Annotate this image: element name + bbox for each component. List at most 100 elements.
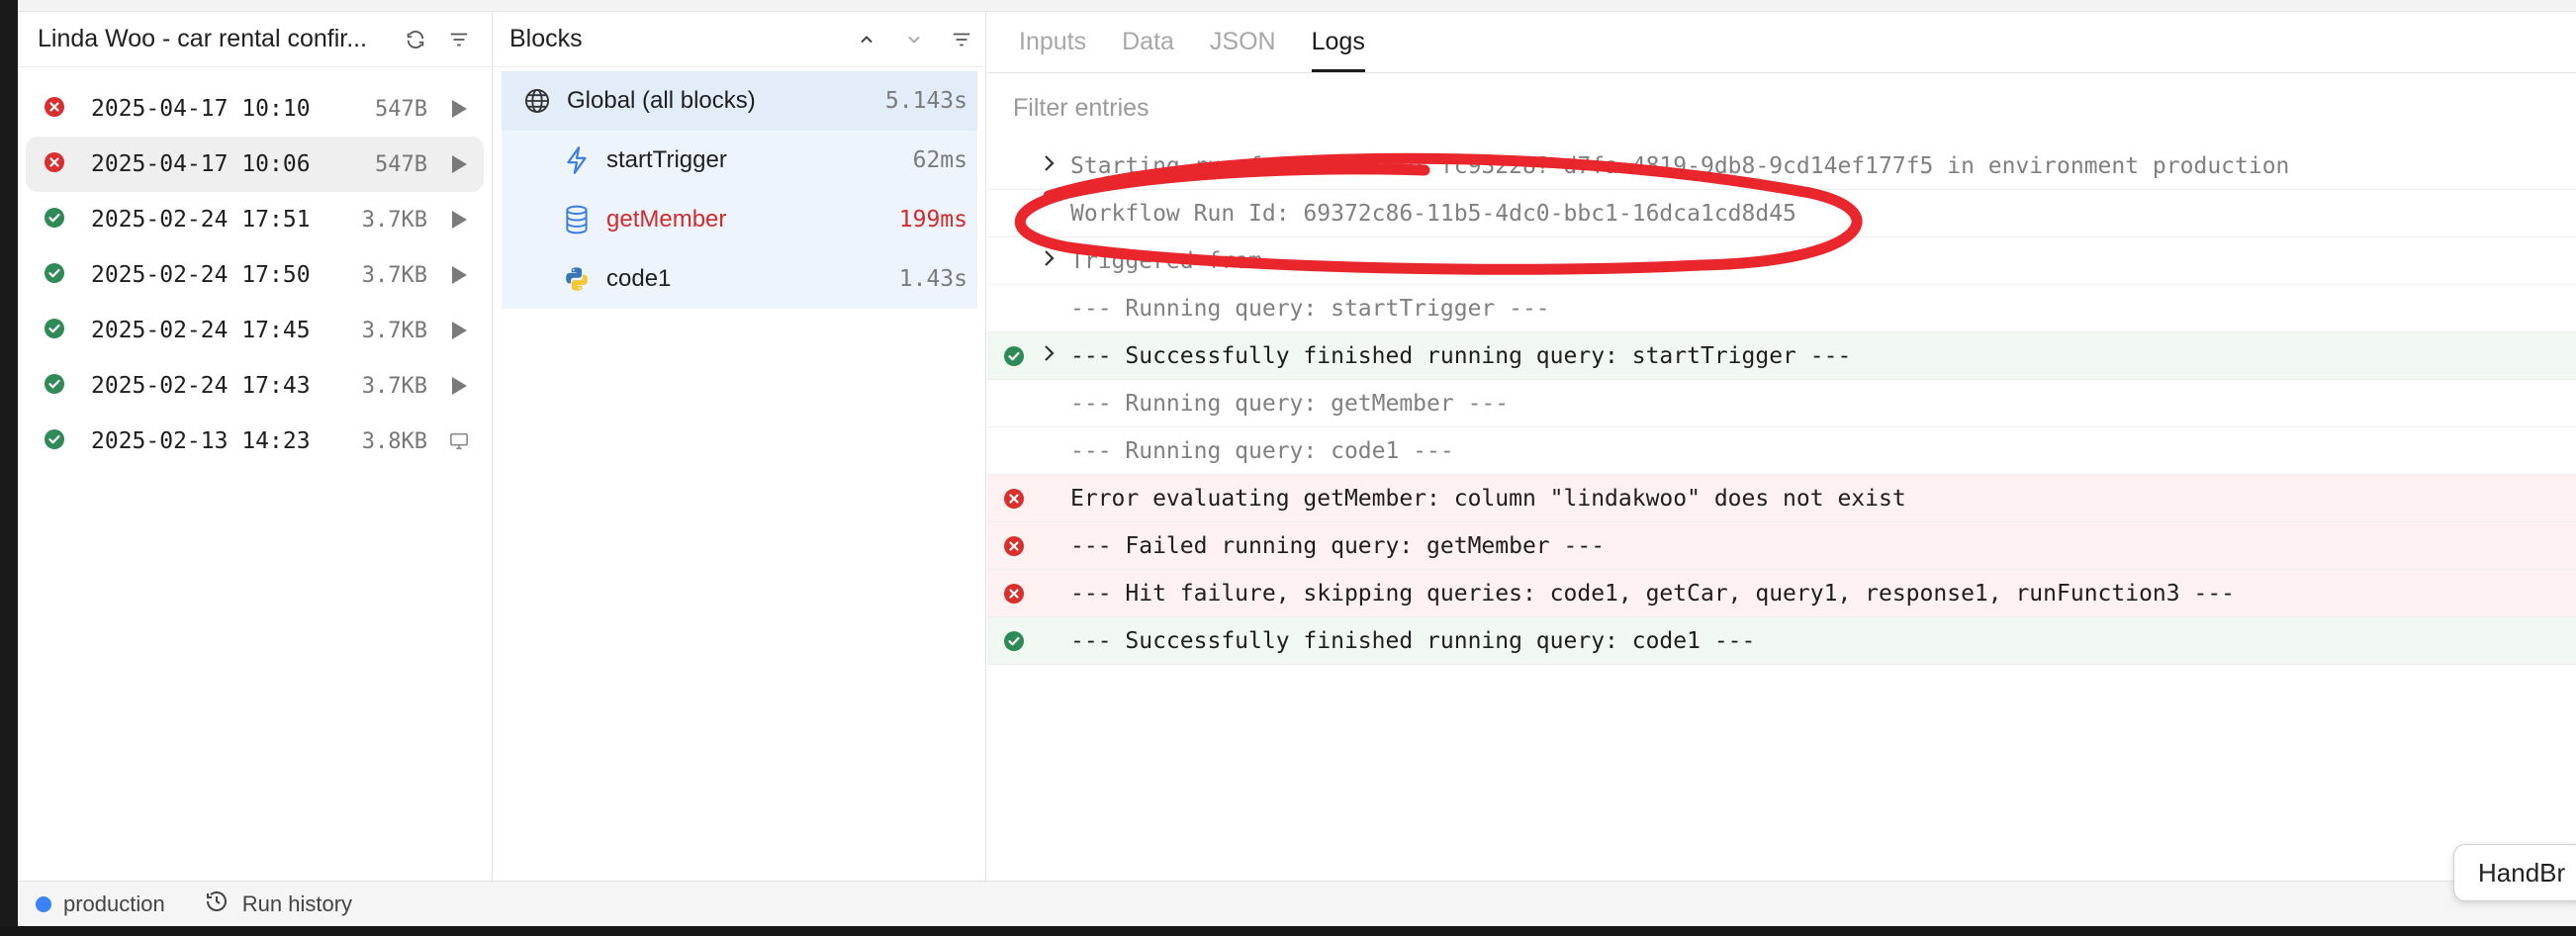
chevron-right-icon[interactable] (1041, 343, 1070, 369)
python-icon (561, 263, 593, 295)
run-row[interactable]: 2025-04-17 10:06 547B (26, 137, 484, 192)
run-size: 3.7KB (361, 318, 427, 343)
success-icon (44, 207, 65, 234)
app-window: Linda Woo - car rental confir... 2025-04… (18, 0, 2576, 926)
run-timestamp: 2025-02-24 17:45 (91, 318, 311, 343)
filter-entries-input[interactable] (1013, 93, 1903, 123)
log-entry[interactable]: --- Successfully finished running query:… (987, 332, 2576, 380)
run-row[interactable]: 2025-02-13 14:23 3.8KB (26, 414, 484, 469)
log-entry-text: --- Failed running query: getMember --- (1070, 532, 1606, 559)
log-entry: --- Successfully finished running query:… (987, 617, 2576, 665)
run-size: 3.7KB (361, 373, 427, 399)
log-entry-text: Starting run for workflow: fc93228?-d7fa… (1070, 152, 2290, 179)
run-row[interactable]: 2025-02-24 17:51 3.7KB (26, 192, 484, 247)
run-row[interactable]: 2025-02-24 17:45 3.7KB (26, 303, 484, 358)
filter-icon[interactable] (437, 18, 481, 61)
run-size: 3.8KB (361, 428, 427, 454)
footer-bar: production Run history (18, 881, 2576, 926)
workflow-title: Linda Woo - car rental confir... (38, 25, 368, 52)
log-entry: --- Running query: code1 --- (987, 427, 2576, 475)
log-entry-text: --- Running query: getMember --- (1070, 390, 1510, 417)
run-row[interactable]: 2025-02-24 17:43 3.7KB (26, 358, 484, 414)
filter-icon[interactable] (938, 18, 985, 61)
error-icon (44, 96, 65, 123)
success-icon (44, 428, 65, 455)
environment-label[interactable]: production (63, 891, 165, 917)
success-icon (1003, 630, 1025, 652)
refresh-icon[interactable] (394, 18, 437, 61)
block-name: getMember (606, 206, 727, 233)
success-icon (44, 262, 65, 289)
dock-tooltip: HandBr (2453, 844, 2576, 901)
log-entry-text: --- Successfully finished running query:… (1070, 627, 1756, 654)
tab-logs[interactable]: Logs (1311, 28, 1365, 72)
play-icon[interactable] (449, 99, 469, 119)
block-row[interactable]: code1 1.43s (502, 249, 977, 309)
log-entry-text: --- Successfully finished running query:… (1070, 342, 1852, 369)
play-icon[interactable] (449, 154, 469, 174)
error-icon (1003, 535, 1025, 557)
tab-json[interactable]: JSON (1210, 28, 1276, 72)
run-timestamp: 2025-04-17 10:06 (91, 151, 311, 177)
play-icon[interactable] (449, 321, 469, 340)
database-icon (561, 204, 593, 235)
run-size: 3.7KB (361, 207, 427, 233)
chevron-right-icon[interactable] (1041, 248, 1070, 274)
log-entry-text: --- Running query: startTrigger --- (1070, 295, 1550, 322)
log-entry[interactable]: Triggered from ... (987, 237, 2576, 285)
log-entry-text: Workflow Run Id: 69372c86-11b5-4dc0-bbc1… (1070, 200, 1796, 227)
error-icon (44, 151, 65, 178)
filter-bar (987, 73, 2576, 142)
blocks-panel: Blocks Global (all blocks) 5.143s startTri… (494, 12, 986, 883)
block-row[interactable]: startTrigger 62ms (502, 131, 977, 190)
blocks-title: Blocks (509, 25, 583, 52)
block-row[interactable]: Global (all blocks) 5.143s (502, 71, 977, 131)
run-list: 2025-04-17 10:10 547B 2025-04-17 10:06 547B… (18, 67, 492, 469)
run-history-button[interactable]: Run history (242, 891, 352, 917)
run-timestamp: 2025-04-17 10:10 (91, 96, 311, 122)
play-icon[interactable] (449, 210, 469, 230)
log-entries: Starting run for workflow: fc93228?-d7fa… (987, 142, 2576, 665)
log-entry-text: --- Running query: code1 --- (1070, 437, 1454, 464)
block-duration: 62ms (912, 147, 967, 173)
run-timestamp: 2025-02-24 17:51 (91, 207, 311, 233)
success-icon (44, 373, 65, 400)
globe-icon (521, 85, 553, 117)
block-list: Global (all blocks) 5.143s startTrigger 62m… (494, 67, 985, 309)
tab-bar: Inputs Data JSON Logs (987, 12, 2576, 73)
log-entry[interactable]: Starting run for workflow: fc93228?-d7fa… (987, 142, 2576, 190)
log-entry: Error evaluating getMember: column "lind… (987, 475, 2576, 522)
run-list-panel: Linda Woo - car rental confir... 2025-04… (18, 12, 493, 883)
chevron-down-icon[interactable] (890, 18, 938, 61)
block-duration: 5.143s (884, 88, 967, 114)
log-entry: --- Failed running query: getMember --- (987, 522, 2576, 570)
success-icon (44, 318, 65, 344)
desktop-edge (0, 926, 2576, 936)
block-name: code1 (606, 265, 672, 292)
error-icon (1003, 583, 1025, 605)
run-row[interactable]: 2025-04-17 10:10 547B (26, 81, 484, 137)
run-row[interactable]: 2025-02-24 17:50 3.7KB (26, 247, 484, 303)
lightning-icon (561, 144, 593, 176)
log-entry-text: Triggered from ... (1070, 247, 1318, 274)
block-row[interactable]: getMember 199ms (502, 190, 977, 249)
log-entry: --- Hit failure, skipping queries: code1… (987, 570, 2576, 617)
monitor-icon[interactable] (449, 431, 469, 451)
tab-data[interactable]: Data (1122, 28, 1174, 72)
run-timestamp: 2025-02-24 17:50 (91, 262, 311, 288)
error-icon (1003, 488, 1025, 510)
chevron-right-icon[interactable] (1041, 153, 1070, 179)
log-entry-text: Error evaluating getMember: column "lind… (1070, 485, 1906, 512)
tab-inputs[interactable]: Inputs (1019, 28, 1086, 72)
run-list-header: Linda Woo - car rental confir... (18, 12, 492, 67)
history-icon[interactable] (205, 889, 229, 919)
play-icon[interactable] (449, 265, 469, 285)
block-name: startTrigger (606, 146, 727, 173)
log-entry: --- Running query: startTrigger --- (987, 285, 2576, 332)
chevron-up-icon[interactable] (843, 18, 890, 61)
run-timestamp: 2025-02-13 14:23 (91, 428, 311, 454)
play-icon[interactable] (449, 376, 469, 396)
run-size: 547B (375, 96, 427, 122)
top-strip (18, 0, 2576, 12)
blocks-header: Blocks (494, 12, 985, 67)
